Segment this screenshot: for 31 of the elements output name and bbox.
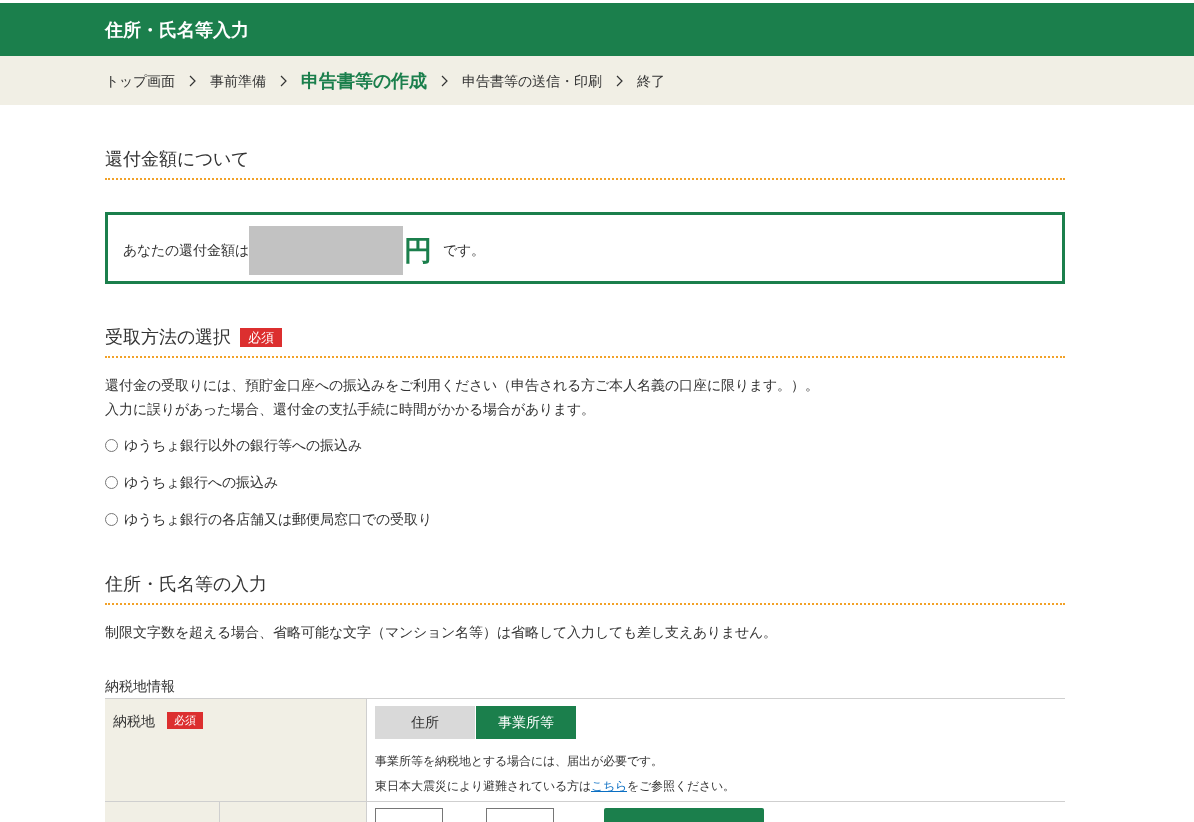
body-text: 入力に誤りがあった場合、還付金の支払手続に時間がかかる場合があります。 — [105, 400, 596, 419]
breadcrumb-step: 事前準備 — [210, 69, 266, 92]
section-heading: 住所・氏名等の入力 — [105, 572, 267, 596]
note-text: 事業所等を納税地とする場合には、届出が必要です。 — [375, 753, 663, 770]
section-heading: 受取方法の選択 — [105, 325, 231, 349]
refund-label: あなたの還付金額は — [123, 241, 249, 260]
link[interactable]: こちら — [591, 779, 627, 793]
radio-option[interactable]: ゆうちょ銀行の各店舗又は郵便局窓口での受取り — [105, 507, 432, 531]
segment-button[interactable]: 事業所等 — [476, 706, 576, 739]
chevron-right-icon — [616, 74, 623, 87]
chevron-right-icon — [441, 74, 448, 87]
radio-option[interactable]: ゆうちょ銀行以外の銀行等への振込み — [105, 433, 362, 457]
breadcrumb-step: 申告書等の送信・印刷 — [462, 69, 602, 92]
breadcrumb-step: トップ画面 — [105, 69, 175, 92]
chevron-right-icon — [280, 74, 287, 87]
body-text: 還付金の受取りには、預貯金口座への振込みをご利用ください（申告される方ご本人名義の口座に限ります。）。 — [105, 376, 820, 395]
breadcrumb-step: 終了 — [637, 69, 665, 92]
required-badge: 必須 — [240, 327, 282, 347]
breadcrumb-step: 申告書等の作成 — [301, 69, 427, 92]
radio-option[interactable]: ゆうちょ銀行への振込み — [105, 470, 278, 494]
section-heading: 還付金額について — [105, 147, 249, 171]
currency-unit: 円 — [404, 234, 432, 267]
body-text: 制限文字数を超える場合、省略可能な文字（マンション名等）は省略して入力しても差し支えありません。 — [105, 623, 778, 642]
chevron-right-icon — [189, 74, 196, 87]
refund-suffix: です。 — [443, 241, 485, 260]
table-caption: 納税地情報 — [105, 677, 175, 696]
note-text: 東日本大震災により避難されている方はこちら をご参照ください。 — [375, 778, 735, 795]
page-title: 住所・氏名等入力 — [105, 17, 249, 42]
required-badge: 必須 — [167, 712, 203, 729]
segment-button[interactable]: 住所 — [375, 706, 475, 739]
field-label: 納税地 — [113, 712, 155, 731]
